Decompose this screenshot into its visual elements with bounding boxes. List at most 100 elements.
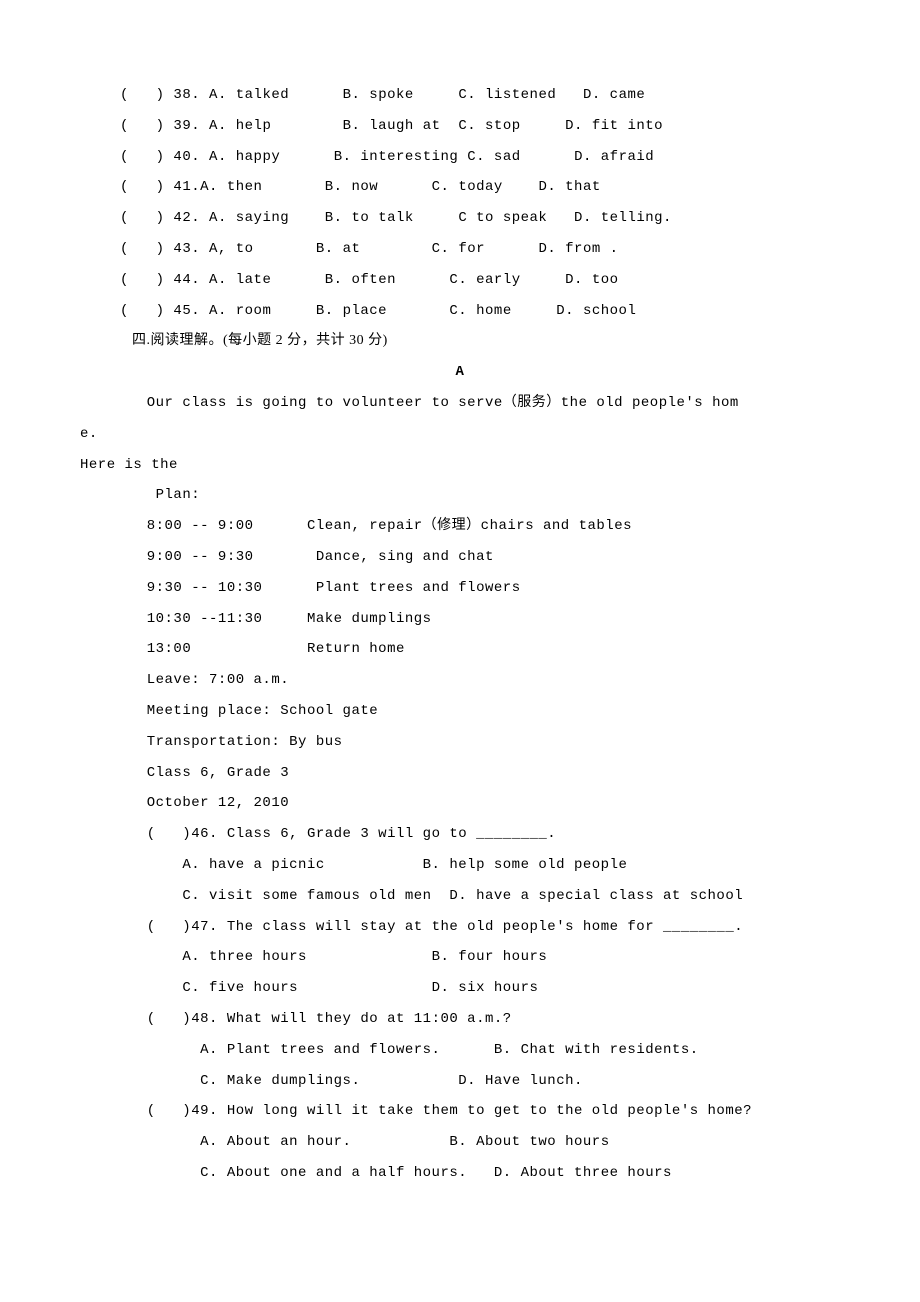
opt-c: C. five hours bbox=[182, 980, 298, 996]
opt-d: D. came bbox=[583, 87, 645, 103]
section-title-text: 四.阅读理解。(每小题 2 分，共计 30 分) bbox=[132, 333, 388, 348]
plan-row-2: 9:00 -- 9:30 Dance, sing and chat bbox=[120, 542, 800, 573]
opt-b: B. laugh at bbox=[343, 118, 441, 134]
opt-c: C. About one and a half hours. bbox=[200, 1165, 467, 1181]
q-num: 43 bbox=[173, 241, 191, 257]
q-num: 46 bbox=[191, 826, 209, 842]
opt-a: A. late bbox=[209, 272, 271, 288]
plan-activity: Dance, sing and chat bbox=[316, 549, 494, 565]
section-4-title: 四.阅读理解。(每小题 2 分，共计 30 分) bbox=[120, 326, 800, 357]
opt-a: A. happy bbox=[209, 149, 280, 165]
mc-question-40: ( ) 40. A. happy B. interesting C. sad D… bbox=[120, 142, 800, 173]
opt-a: A. three hours bbox=[182, 949, 307, 965]
intro-text-3: Here is the bbox=[80, 457, 178, 473]
passage-intro-line3: Here is the bbox=[80, 450, 800, 481]
opt-b: B. spoke bbox=[343, 87, 414, 103]
mc-question-42: ( ) 42. A. saying B. to talk C to speak … bbox=[120, 203, 800, 234]
q-num: 41 bbox=[173, 179, 191, 195]
class-text: Class 6, Grade 3 bbox=[147, 765, 289, 781]
q-num: 42 bbox=[173, 210, 191, 226]
opt-d: D. that bbox=[538, 179, 600, 195]
opt-c: C. visit some famous old men bbox=[182, 888, 431, 904]
mc-question-43: ( ) 43. A, to B. at C. for D. from . bbox=[120, 234, 800, 265]
plan-label: Plan: bbox=[120, 480, 800, 511]
opt-d: D. have a special class at school bbox=[449, 888, 743, 904]
opt-a: A, to bbox=[209, 241, 254, 257]
q-stem: What will they do at 11:00 a.m.? bbox=[227, 1011, 512, 1027]
reading-q47-stem: ( )47. The class will stay at the old pe… bbox=[120, 912, 800, 943]
opt-b: B. help some old people bbox=[423, 857, 628, 873]
reading-q49-row1: A. About an hour. B. About two hours bbox=[120, 1127, 800, 1158]
date-text: October 12, 2010 bbox=[147, 795, 289, 811]
mc-question-39: ( ) 39. A. help B. laugh at C. stop D. f… bbox=[120, 111, 800, 142]
opt-d: D. school bbox=[556, 303, 636, 319]
plan-activity: Clean, repair（修理）chairs and tables bbox=[307, 518, 632, 534]
opt-c: C. today bbox=[432, 179, 503, 195]
plan-time: 9:00 -- 9:30 bbox=[147, 549, 254, 565]
plan-time: 9:30 -- 10:30 bbox=[147, 580, 263, 596]
reading-q48-row1: A. Plant trees and flowers. B. Chat with… bbox=[120, 1035, 800, 1066]
reading-q48-stem: ( )48. What will they do at 11:00 a.m.? bbox=[120, 1004, 800, 1035]
opt-b: B. four hours bbox=[432, 949, 548, 965]
opt-a: A. room bbox=[209, 303, 271, 319]
leave-text: Leave: 7:00 a.m. bbox=[147, 672, 289, 688]
q-stem: Class 6, Grade 3 will go to ________. bbox=[227, 826, 556, 842]
reading-q46-row1: A. have a picnic B. help some old people bbox=[120, 850, 800, 881]
opt-c: C. Make dumplings. bbox=[200, 1073, 360, 1089]
reading-q46-stem: ( )46. Class 6, Grade 3 will go to _____… bbox=[120, 819, 800, 850]
mc-question-41: ( ) 41.A. then B. now C. today D. that bbox=[120, 172, 800, 203]
plan-row-1: 8:00 -- 9:00 Clean, repair（修理）chairs and… bbox=[120, 511, 800, 542]
passage-intro-line2: e. bbox=[80, 419, 800, 450]
plan-activity: Plant trees and flowers bbox=[316, 580, 521, 596]
opt-b: B. at bbox=[316, 241, 361, 257]
passage-a-label: A bbox=[456, 364, 465, 380]
opt-d: D. too bbox=[565, 272, 618, 288]
q-num: 40 bbox=[173, 149, 191, 165]
mc-question-44: ( ) 44. A. late B. often C. early D. too bbox=[120, 265, 800, 296]
passage-label: A bbox=[120, 357, 800, 388]
intro-text-1: Our class is going to volunteer to serve… bbox=[147, 395, 739, 411]
plan-label-text: Plan: bbox=[156, 487, 201, 503]
date-info: October 12, 2010 bbox=[120, 788, 800, 819]
opt-a: A. help bbox=[209, 118, 271, 134]
q-num: 47 bbox=[191, 919, 209, 935]
opt-a: A. Plant trees and flowers. bbox=[200, 1042, 440, 1058]
opt-c: C. stop bbox=[458, 118, 520, 134]
opt-d: D. About three hours bbox=[494, 1165, 672, 1181]
passage-intro-line1: Our class is going to volunteer to serve… bbox=[120, 388, 800, 419]
opt-a: A. talked bbox=[209, 87, 289, 103]
reading-q49-stem: ( )49. How long will it take them to get… bbox=[120, 1096, 800, 1127]
opt-b: B. often bbox=[325, 272, 396, 288]
opt-a: A. About an hour. bbox=[200, 1134, 351, 1150]
transport-info: Transportation: By bus bbox=[120, 727, 800, 758]
plan-time: 13:00 bbox=[147, 641, 192, 657]
meeting-info: Meeting place: School gate bbox=[120, 696, 800, 727]
q-num: 45 bbox=[173, 303, 191, 319]
opt-c: C. sad bbox=[467, 149, 520, 165]
reading-q46-row2: C. visit some famous old men D. have a s… bbox=[120, 881, 800, 912]
opt-b: B. interesting bbox=[334, 149, 459, 165]
opt-d: D. fit into bbox=[565, 118, 663, 134]
class-info: Class 6, Grade 3 bbox=[120, 758, 800, 789]
opt-c: C. listened bbox=[458, 87, 556, 103]
q-stem: The class will stay at the old people's … bbox=[227, 919, 743, 935]
plan-row-3: 9:30 -- 10:30 Plant trees and flowers bbox=[120, 573, 800, 604]
plan-time: 8:00 -- 9:00 bbox=[147, 518, 254, 534]
opt-c: C. early bbox=[449, 272, 520, 288]
mc-question-45: ( ) 45. A. room B. place C. home D. scho… bbox=[120, 296, 800, 327]
opt-b: B. now bbox=[325, 179, 378, 195]
opt-d: D. telling. bbox=[574, 210, 672, 226]
q-num: 39 bbox=[173, 118, 191, 134]
q-num: 48 bbox=[191, 1011, 209, 1027]
q-num: 38 bbox=[173, 87, 191, 103]
intro-text-2: e. bbox=[80, 426, 98, 442]
plan-activity: Make dumplings bbox=[307, 611, 432, 627]
mc-question-38: ( ) 38. A. talked B. spoke C. listened D… bbox=[120, 80, 800, 111]
reading-q49-row2: C. About one and a half hours. D. About … bbox=[120, 1158, 800, 1189]
q-num: 49 bbox=[191, 1103, 209, 1119]
opt-d: D. from . bbox=[538, 241, 618, 257]
opt-d: D. Have lunch. bbox=[458, 1073, 583, 1089]
opt-b: B. place bbox=[316, 303, 387, 319]
meeting-text: Meeting place: School gate bbox=[147, 703, 378, 719]
opt-c: C. home bbox=[449, 303, 511, 319]
